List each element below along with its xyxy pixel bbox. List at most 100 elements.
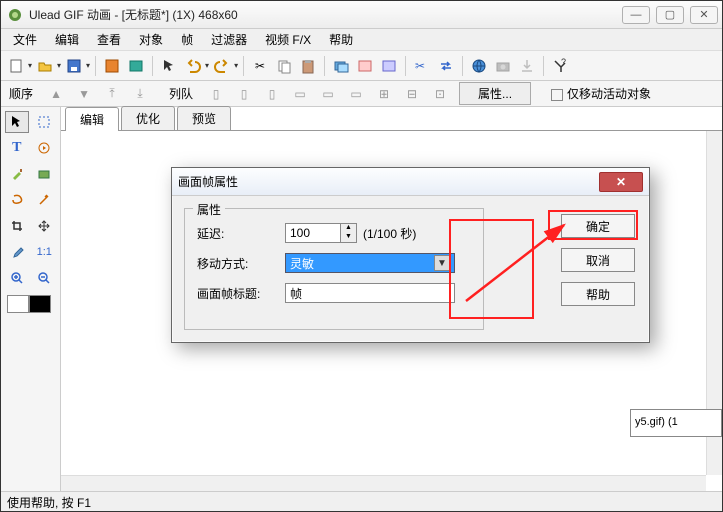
window-titlebar: Ulead GIF 动画 - [无标题*] (1X) 468x60 — ▢ ✕	[1, 1, 722, 29]
tab-optimize[interactable]: 优化	[121, 106, 175, 130]
seq-bottom-icon[interactable]: ⤓	[131, 85, 149, 103]
dialog-close-button[interactable]: ✕	[599, 172, 643, 192]
color-swatches	[7, 295, 54, 313]
delay-spinner[interactable]: ▲▼	[341, 223, 357, 243]
menu-object[interactable]: 对象	[131, 29, 171, 50]
align-mid-icon[interactable]: ▭	[319, 85, 337, 103]
frame-properties-dialog: 画面帧属性 ✕ 属性 延迟: 100 ▲▼ (1/100 秒) 移动方式: 灵敏…	[171, 167, 650, 343]
wand-tool-icon[interactable]	[32, 189, 56, 211]
svg-text:?: ?	[561, 58, 566, 67]
zoom-1-1-icon[interactable]: 1:1	[32, 241, 56, 263]
seq-up-icon[interactable]: ▲	[47, 85, 65, 103]
cancel-button[interactable]: 取消	[561, 248, 635, 272]
tool-palette: T 1:1	[1, 107, 61, 491]
lasso-tool-icon[interactable]	[5, 189, 29, 211]
seq-down-icon[interactable]: ▼	[75, 85, 93, 103]
fieldset-legend: 属性	[193, 201, 225, 218]
frame-title-label: 画面帧标题:	[197, 285, 285, 302]
new-icon[interactable]	[5, 55, 27, 77]
align-top-icon[interactable]: ▭	[291, 85, 309, 103]
align-bot-icon[interactable]: ▭	[347, 85, 365, 103]
window-title: Ulead GIF 动画 - [无标题*] (1X) 468x60	[29, 6, 622, 23]
delay-input[interactable]: 100	[285, 223, 341, 243]
cut-icon[interactable]: ✂	[249, 55, 271, 77]
chevron-down-icon: ▼	[434, 255, 450, 271]
swap-icon[interactable]	[435, 55, 457, 77]
close-button[interactable]: ✕	[690, 6, 718, 24]
properties-fieldset: 属性 延迟: 100 ▲▼ (1/100 秒) 移动方式: 灵敏 ▼ 画面帧标题…	[184, 208, 484, 330]
dist-v-icon[interactable]: ⊟	[403, 85, 421, 103]
main-toolbar: ▾ ▾ ▾ ▾ ▾ ✂ ✂ ?	[1, 51, 722, 81]
ok-button[interactable]: 确定	[561, 214, 635, 238]
spacing-icon[interactable]: ⊡	[431, 85, 449, 103]
tab-preview[interactable]: 预览	[177, 106, 231, 130]
help-icon[interactable]: ?	[549, 55, 571, 77]
frame-list-icon[interactable]	[378, 55, 400, 77]
menu-edit[interactable]: 编辑	[47, 29, 87, 50]
delay-unit: (1/100 秒)	[363, 225, 416, 242]
status-text: 使用帮助, 按 F1	[7, 496, 91, 510]
move-method-combo[interactable]: 灵敏 ▼	[285, 253, 455, 273]
dialog-title: 画面帧属性	[178, 173, 599, 190]
menu-view[interactable]: 查看	[89, 29, 129, 50]
maximize-button[interactable]: ▢	[656, 6, 684, 24]
status-bar: 使用帮助, 按 F1	[1, 491, 722, 511]
save-icon[interactable]	[63, 55, 85, 77]
wizard-icon[interactable]	[101, 55, 123, 77]
menu-frame[interactable]: 帧	[173, 29, 201, 50]
menu-bar: 文件 编辑 查看 对象 帧 过滤器 视频 F/X 帮助	[1, 29, 722, 51]
layers-icon[interactable]	[330, 55, 352, 77]
web-icon[interactable]	[468, 55, 490, 77]
menu-file[interactable]: 文件	[5, 29, 45, 50]
view-tabs: 编辑 优化 预览	[61, 107, 722, 131]
link-cut-icon[interactable]: ✂	[411, 55, 433, 77]
move-method-value: 灵敏	[290, 255, 314, 272]
tab-edit[interactable]: 编辑	[65, 107, 119, 131]
move-tool-icon[interactable]	[32, 215, 56, 237]
foreground-swatch[interactable]	[7, 295, 29, 313]
move-method-label: 移动方式:	[197, 255, 285, 272]
eyedrop-tool-icon[interactable]	[5, 241, 29, 263]
delay-label: 延迟:	[197, 225, 285, 242]
copy-icon[interactable]	[273, 55, 295, 77]
seq-top-icon[interactable]: ⤒	[103, 85, 121, 103]
background-swatch[interactable]	[29, 295, 51, 313]
brush-tool-icon[interactable]	[5, 163, 29, 185]
crop-tool-icon[interactable]	[5, 215, 29, 237]
svg-text:✂: ✂	[415, 59, 425, 73]
minimize-button[interactable]: —	[622, 6, 650, 24]
frame-add-icon[interactable]	[354, 55, 376, 77]
properties-button[interactable]: 属性...	[459, 82, 531, 105]
dialog-titlebar[interactable]: 画面帧属性 ✕	[172, 168, 649, 196]
sequence-toolbar: 顺序 ▲ ▼ ⤒ ⤓ 列队 ▯ ▯ ▯ ▭ ▭ ▭ ⊞ ⊟ ⊡ 属性... 仅移…	[1, 81, 722, 107]
align-center-icon[interactable]: ▯	[235, 85, 253, 103]
zoom-out-icon[interactable]	[32, 267, 56, 289]
play-tool-icon[interactable]	[32, 137, 56, 159]
menu-filter[interactable]: 过滤器	[203, 29, 255, 50]
redo-icon[interactable]	[211, 55, 233, 77]
camera-icon[interactable]	[492, 55, 514, 77]
undo-icon[interactable]	[182, 55, 204, 77]
thumbnail-peek: y5.gif) (1	[630, 409, 722, 437]
shape-tool-icon[interactable]	[32, 163, 56, 185]
download-icon[interactable]	[516, 55, 538, 77]
select-tool-icon[interactable]	[5, 111, 29, 133]
dist-h-icon[interactable]: ⊞	[375, 85, 393, 103]
text-tool-icon[interactable]: T	[5, 137, 29, 159]
zoom-in-icon[interactable]	[5, 267, 29, 289]
frame-title-input[interactable]: 帧	[285, 283, 455, 303]
optimize-icon[interactable]	[125, 55, 147, 77]
marquee-tool-icon[interactable]	[32, 111, 56, 133]
horizontal-scrollbar[interactable]	[61, 475, 706, 491]
move-active-checkbox[interactable]: 仅移动活动对象	[551, 85, 651, 102]
pointer-icon[interactable]	[158, 55, 180, 77]
open-icon[interactable]	[34, 55, 56, 77]
menu-help[interactable]: 帮助	[321, 29, 361, 50]
queue-label: 列队	[169, 85, 193, 102]
paste-icon[interactable]	[297, 55, 319, 77]
help-button[interactable]: 帮助	[561, 282, 635, 306]
menu-videofx[interactable]: 视频 F/X	[257, 29, 319, 50]
app-icon	[7, 7, 23, 23]
align-right-icon[interactable]: ▯	[263, 85, 281, 103]
align-left-icon[interactable]: ▯	[207, 85, 225, 103]
